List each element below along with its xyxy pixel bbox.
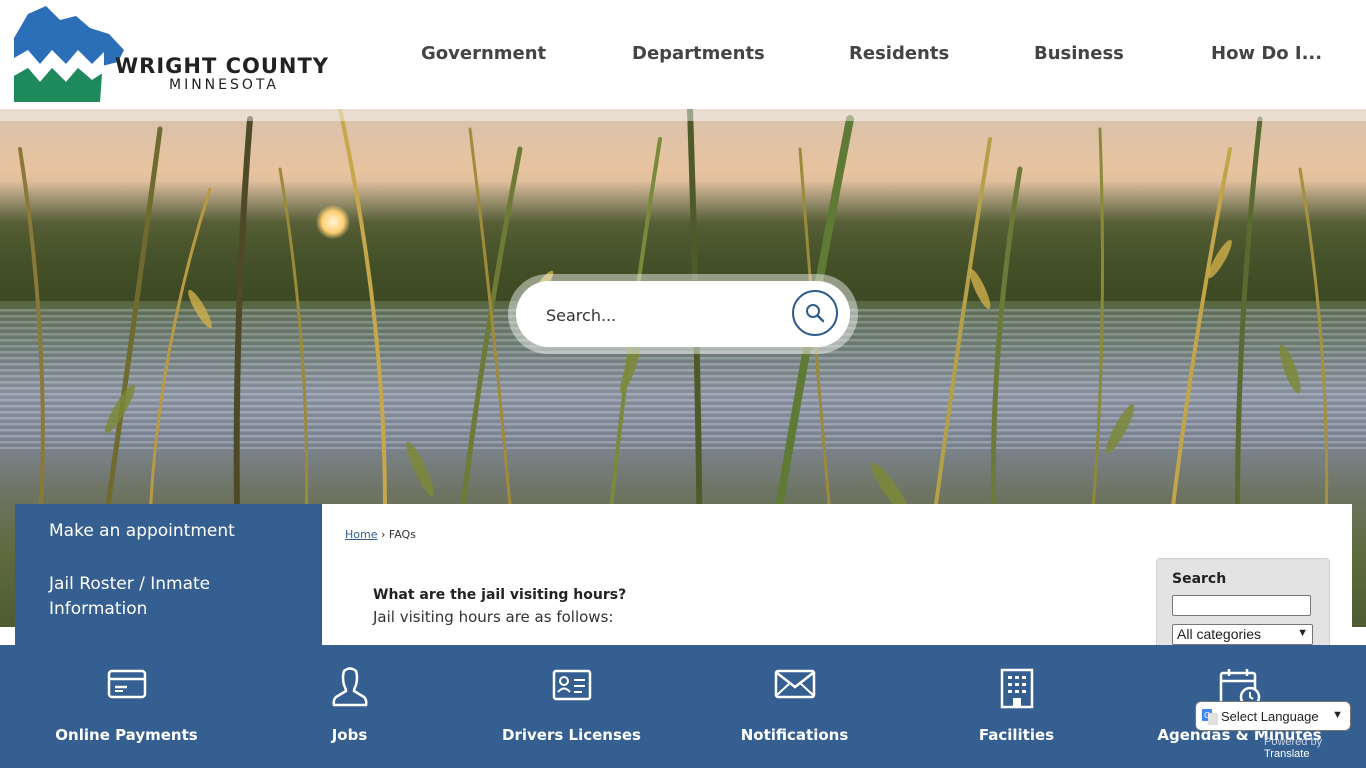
nav-how-do-i[interactable]: How Do I... <box>1211 43 1322 64</box>
powered-by-prefix: Powered by <box>1264 736 1323 748</box>
nav-residents[interactable]: Residents <box>849 43 949 64</box>
side-link-jail-roster[interactable]: Jail Roster / Inmate Information <box>49 572 249 622</box>
nav-government[interactable]: Government <box>421 43 546 64</box>
quick-link-drivers-licenses[interactable]: Drivers Licenses <box>460 645 683 768</box>
quick-link-facilities[interactable]: Facilities <box>905 645 1128 768</box>
breadcrumb-current: FAQs <box>388 528 416 541</box>
quick-link-label: Drivers Licenses <box>502 726 641 744</box>
nav-business[interactable]: Business <box>1034 43 1124 64</box>
google-translate-icon: G <box>1202 709 1218 725</box>
breadcrumb-home-link[interactable]: Home <box>345 528 377 541</box>
wright-county-logo[interactable]: WRIGHT COUNTY MINNESOTA <box>14 6 364 104</box>
quick-link-notifications[interactable]: Notifications <box>683 645 906 768</box>
breadcrumb-separator: › <box>380 528 386 541</box>
language-select[interactable]: G Select Language ▼ <box>1195 701 1351 731</box>
search-icon <box>806 304 825 323</box>
quick-link-label: Online Payments <box>55 726 198 744</box>
powered-by-translate: Powered by Translate <box>1264 736 1366 760</box>
hero-search-box <box>516 281 850 347</box>
faq-search-input[interactable] <box>1172 595 1311 616</box>
site-header: WRIGHT COUNTY MINNESOTA Government Depar… <box>0 0 1366 109</box>
logo-mark-icon <box>14 6 124 102</box>
quick-link-jobs[interactable]: Jobs <box>238 645 461 768</box>
building-icon <box>1000 668 1033 709</box>
main-nav: Government Departments Residents Busines… <box>390 0 1366 109</box>
logo-title: WRIGHT COUNTY <box>115 54 330 78</box>
hero-search-input[interactable] <box>544 299 778 331</box>
envelope-icon <box>774 669 815 699</box>
quick-link-online-payments[interactable]: Online Payments <box>15 645 238 768</box>
main-content: Home › FAQs What are the jail visiting h… <box>322 504 1352 670</box>
side-link-make-appointment[interactable]: Make an appointment <box>49 519 309 544</box>
id-card-icon <box>552 669 591 701</box>
powered-by-brand: Translate <box>1264 748 1310 760</box>
quick-links-bar: Online Payments Jobs Drivers Licenses No… <box>0 645 1366 768</box>
hero-top-band <box>0 109 1366 121</box>
nav-departments[interactable]: Departments <box>632 43 765 64</box>
breadcrumb: Home › FAQs <box>345 528 416 541</box>
hero-search-button[interactable] <box>792 290 838 336</box>
chevron-down-icon: ▼ <box>1297 627 1308 639</box>
language-select-label: Select Language <box>1221 709 1319 724</box>
hero-search <box>508 274 858 354</box>
faq-answer: Jail visiting hours are as follows: <box>373 608 614 626</box>
logo-subtitle: MINNESOTA <box>169 77 279 93</box>
chevron-down-icon: ▼ <box>1332 709 1343 721</box>
quick-link-label: Facilities <box>978 726 1055 744</box>
svg-text:G: G <box>1204 711 1210 720</box>
side-quick-links: Make an appointment Jail Roster / Inmate… <box>15 504 322 654</box>
credit-card-icon <box>107 669 146 699</box>
quick-link-label: Notifications <box>740 726 849 744</box>
faq-category-select[interactable]: All categories ▼ <box>1172 624 1313 645</box>
faq-category-selected: All categories <box>1177 626 1262 642</box>
faq-search-title: Search <box>1172 571 1227 587</box>
faq-question: What are the jail visiting hours? <box>373 587 627 603</box>
quick-link-label: Jobs <box>331 726 368 744</box>
person-icon <box>332 667 367 707</box>
